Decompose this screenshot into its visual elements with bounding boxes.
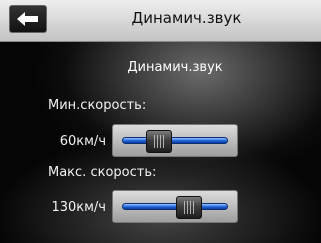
max-speed-slider-thumb[interactable] bbox=[176, 196, 203, 219]
main-content: Динамич.звук Мин.скорость: 60км/ч Макс. … bbox=[0, 42, 321, 243]
back-button[interactable] bbox=[9, 5, 47, 33]
title-bar: Динамич.звук bbox=[0, 0, 321, 42]
section-title: Динамич.звук bbox=[127, 60, 223, 75]
min-speed-slider-thumb[interactable] bbox=[146, 130, 172, 153]
max-speed-slider[interactable] bbox=[112, 190, 238, 223]
max-speed-label: Макс. скорость: bbox=[48, 165, 157, 180]
max-speed-value: 130км/ч bbox=[51, 200, 106, 215]
left-arrow-icon bbox=[17, 12, 38, 26]
max-speed-slider-track bbox=[122, 203, 228, 210]
min-speed-label: Мин.скорость: bbox=[48, 98, 147, 113]
min-speed-value: 60км/ч bbox=[59, 134, 106, 149]
min-speed-slider-track bbox=[122, 137, 228, 144]
page-title: Динамич.звук bbox=[131, 9, 242, 27]
min-speed-slider[interactable] bbox=[112, 124, 238, 157]
